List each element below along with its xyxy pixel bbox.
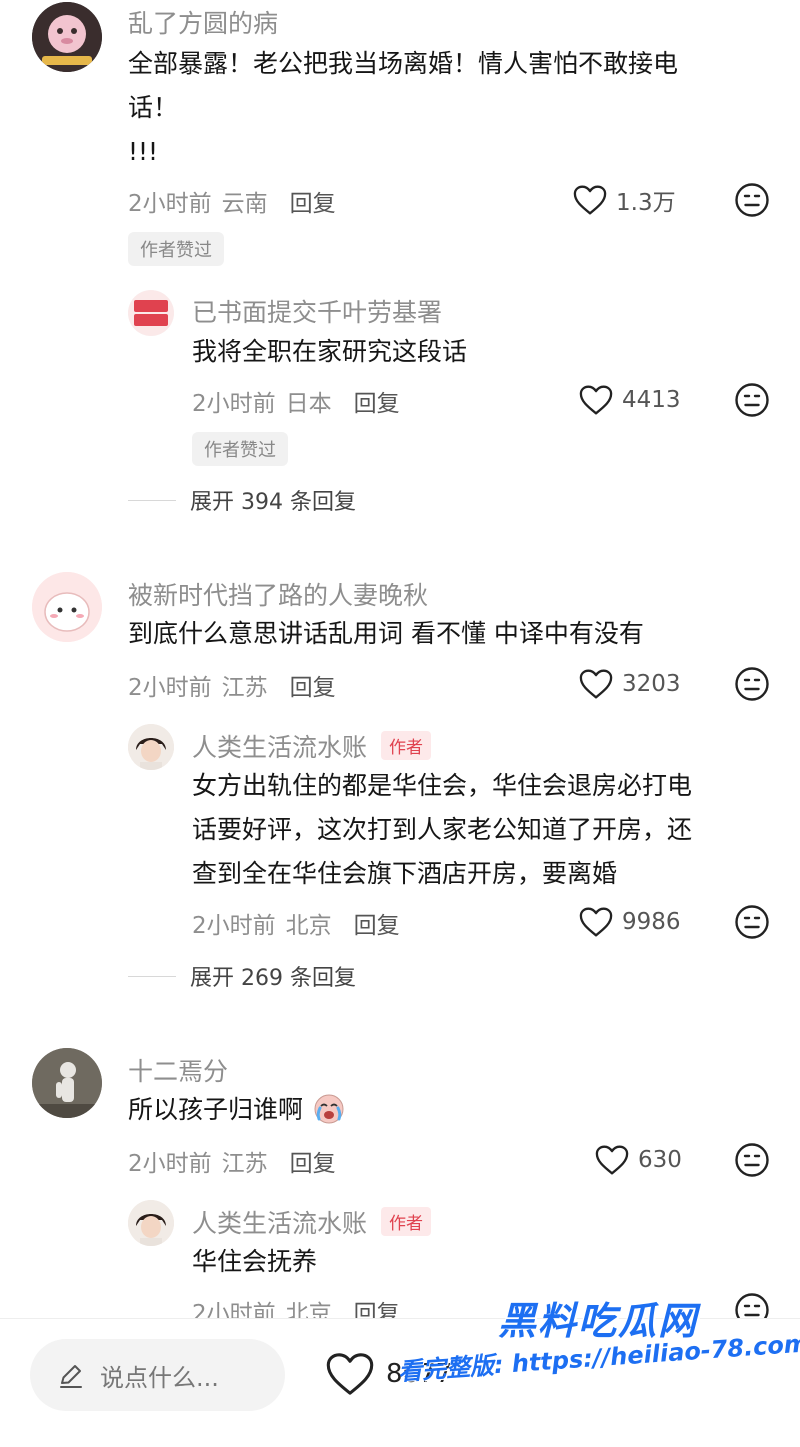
avatar[interactable]: [128, 1200, 174, 1246]
avatar-image: [32, 2, 102, 72]
author-tag: 作者: [381, 731, 432, 760]
reply-button[interactable]: 回复: [354, 913, 400, 939]
comment-input-placeholder: 说点什么...: [100, 1363, 219, 1392]
like-count: 630: [638, 1147, 682, 1173]
reply-meta: 2小时前 日本 回复: [192, 384, 400, 418]
avatar-image: [128, 1200, 174, 1246]
comment-text: 话！: [128, 93, 179, 122]
pencil-icon: [60, 1365, 82, 1388]
heart-icon: [594, 1144, 630, 1176]
comment-time: 2小时前: [128, 191, 212, 217]
like-button[interactable]: 4413: [578, 380, 681, 420]
reply-time: 2小时前: [192, 913, 276, 939]
like-button[interactable]: 3203: [578, 664, 681, 704]
avatar[interactable]: [32, 1048, 102, 1118]
reply-button[interactable]: 回复: [290, 191, 336, 217]
reply-username-text: 人类生活流水账: [192, 733, 368, 762]
avatar-image: [32, 572, 102, 642]
avatar-image: [32, 1048, 102, 1118]
like-button[interactable]: 630: [594, 1140, 682, 1180]
like-button[interactable]: 1.3万: [572, 180, 676, 220]
reply-meta: 2小时前 北京 回复: [192, 906, 400, 940]
expand-replies-label: 展开 394 条回复: [190, 490, 356, 515]
comment-location: 云南: [221, 191, 268, 217]
comment-meta: 2小时前 云南 回复: [128, 184, 336, 218]
meh-face-icon[interactable]: [734, 904, 770, 940]
comment-text: 所以孩子归谁啊: [128, 1088, 347, 1132]
author-liked-badge: 作者赞过: [192, 432, 288, 466]
comment-text: 到底什么意思讲话乱用词 看不懂 中译中有没有: [128, 619, 644, 648]
heart-icon: [326, 1353, 374, 1395]
meh-face-icon[interactable]: [734, 1142, 770, 1178]
comment-time: 2小时前: [128, 675, 212, 701]
comment-text: !!!: [128, 137, 159, 166]
reply-text: 华住会抚养: [192, 1247, 318, 1276]
expand-replies-button[interactable]: 展开 394 条回复: [128, 484, 356, 516]
expand-replies-button[interactable]: 展开 269 条回复: [128, 960, 356, 992]
reply-username[interactable]: 人类生活流水账 作者: [192, 728, 432, 764]
like-count: 9986: [622, 909, 681, 935]
like-button[interactable]: 9986: [578, 902, 681, 942]
avatar-image: [128, 724, 174, 770]
comment-text: 全部暴露！老公把我当场离婚！情人害怕不敢接电: [128, 49, 679, 78]
heart-icon: [578, 384, 614, 416]
avatar[interactable]: [32, 2, 102, 72]
comment-username[interactable]: 被新时代挡了路的人妻晚秋: [128, 576, 428, 612]
reply-button[interactable]: 回复: [290, 675, 336, 701]
reply-text: 查到全在华住会旗下酒店开房，要离婚: [192, 859, 618, 888]
reply-location: 日本: [285, 391, 332, 417]
reply-button[interactable]: 回复: [290, 1151, 336, 1177]
like-count: 3203: [622, 671, 681, 697]
reply-text: 话要好评，这次打到人家老公知道了开房，还: [192, 815, 693, 844]
avatar[interactable]: [128, 290, 174, 336]
divider-line: [128, 975, 176, 977]
comment-text-body: 所以孩子归谁啊: [128, 1095, 304, 1124]
comment-time: 2小时前: [128, 1151, 212, 1177]
comment-meta: 2小时前 江苏 回复: [128, 1144, 336, 1178]
author-tag: 作者: [381, 1207, 432, 1236]
comment-username[interactable]: 十二焉分: [128, 1052, 228, 1088]
like-count: 1.3万: [616, 190, 676, 216]
reply-button[interactable]: 回复: [354, 391, 400, 417]
expand-replies-label: 展开 269 条回复: [190, 966, 356, 991]
avatar[interactable]: [128, 724, 174, 770]
heart-icon: [578, 668, 614, 700]
meh-face-icon[interactable]: [734, 182, 770, 218]
reply-username[interactable]: 已书面提交千叶劳基署: [192, 293, 442, 329]
comment-input[interactable]: 说点什么...: [30, 1339, 285, 1411]
comment-meta: 2小时前 江苏 回复: [128, 668, 336, 702]
crying-face-emoji: [314, 1094, 344, 1124]
comment-username[interactable]: 乱了方圆的病: [128, 4, 278, 40]
reply-username-text: 人类生活流水账: [192, 1209, 368, 1238]
comment-location: 江苏: [221, 1151, 268, 1177]
reply-location: 北京: [285, 913, 332, 939]
comment-location: 江苏: [221, 675, 268, 701]
reply-time: 2小时前: [192, 391, 276, 417]
heart-icon: [572, 184, 608, 216]
author-liked-badge: 作者赞过: [128, 232, 224, 266]
meh-face-icon[interactable]: [734, 666, 770, 702]
like-count: 4413: [622, 387, 681, 413]
reply-text: 我将全职在家研究这段话: [192, 337, 468, 366]
reply-username[interactable]: 人类生活流水账 作者: [192, 1204, 432, 1240]
heart-icon: [578, 906, 614, 938]
reply-text: 女方出轨住的都是华住会，华住会退房必打电: [192, 771, 693, 800]
meh-face-icon[interactable]: [734, 382, 770, 418]
avatar-image: [128, 290, 174, 336]
avatar[interactable]: [32, 572, 102, 642]
divider-line: [128, 499, 176, 501]
